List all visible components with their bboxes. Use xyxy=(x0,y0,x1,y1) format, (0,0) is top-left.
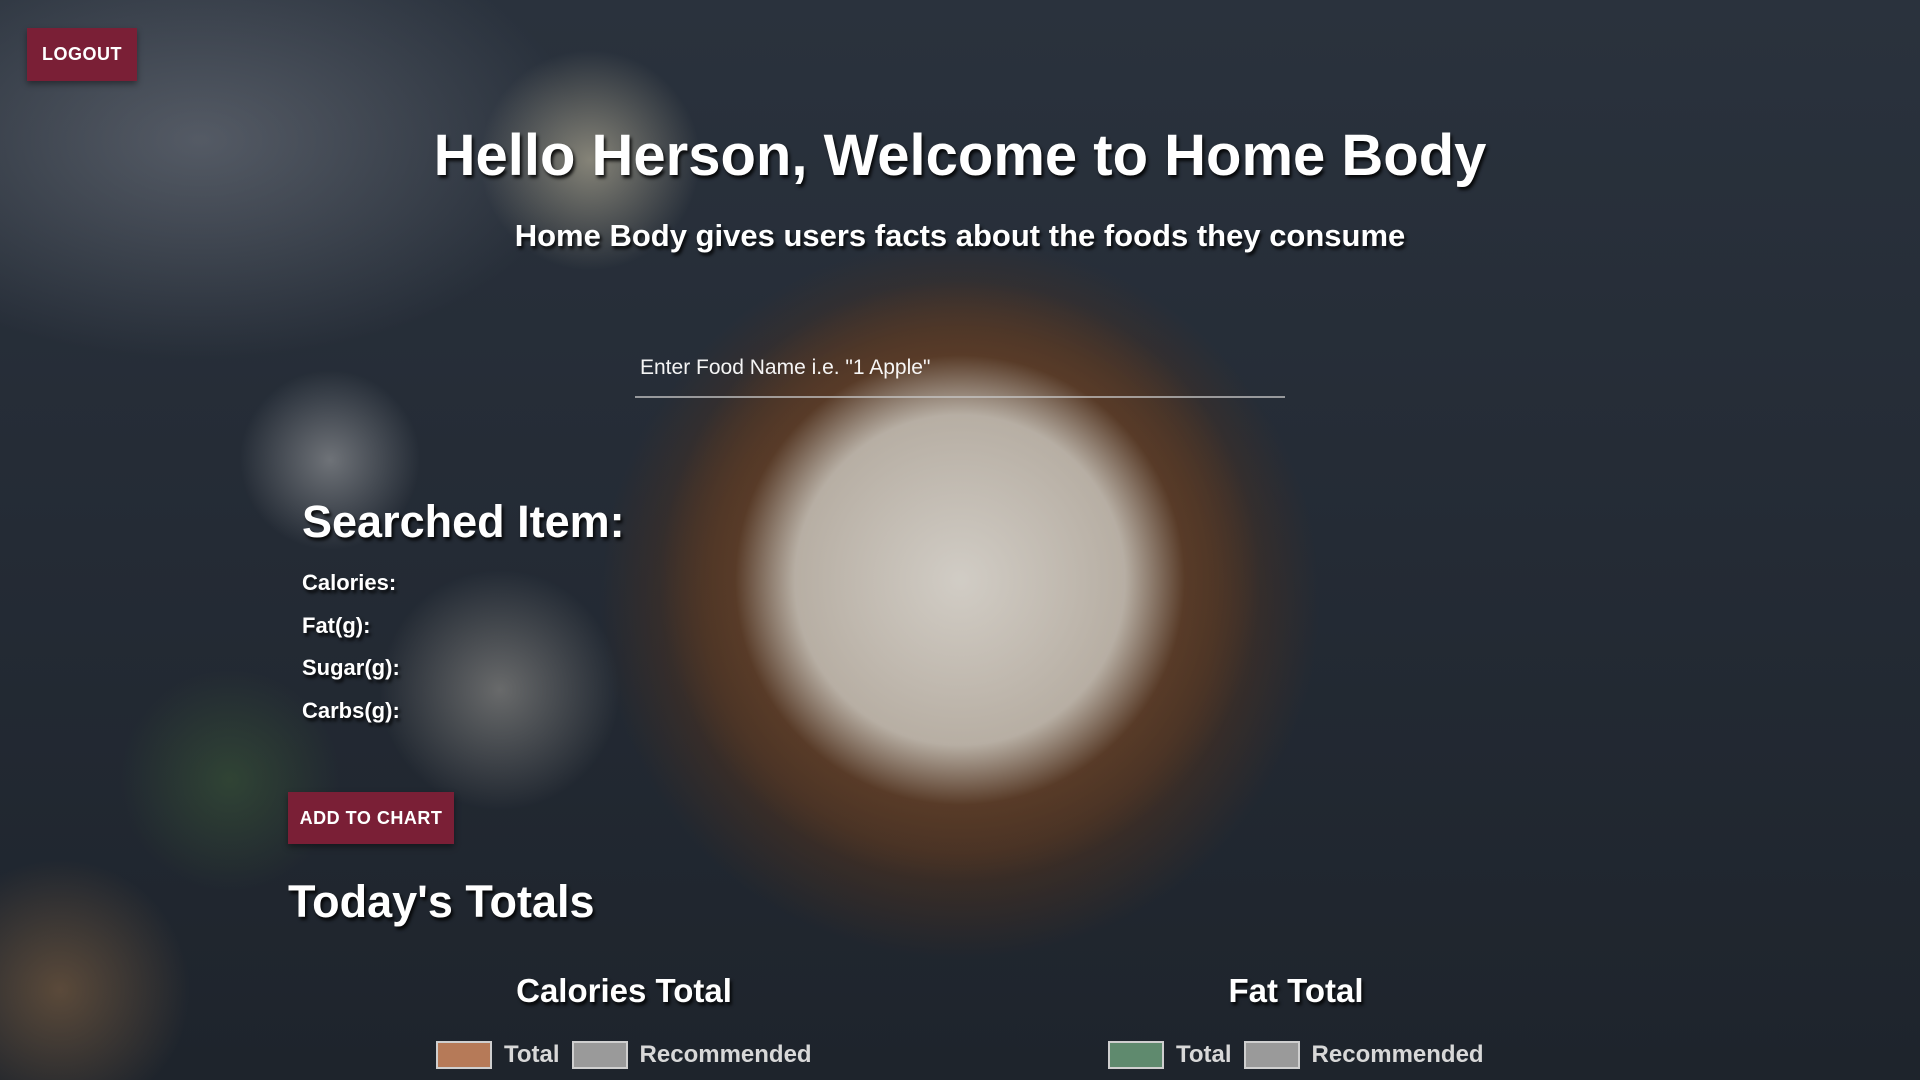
fat-chart-legend: Total Recommended xyxy=(1108,1040,1496,1070)
legend-swatch-recommended[interactable] xyxy=(1243,1041,1300,1069)
calories-chart-title: Calories Total xyxy=(516,972,732,1009)
calories-label: Calories: xyxy=(302,570,397,595)
legend-label-recommended[interactable]: Recommended xyxy=(1312,1041,1484,1069)
food-search-field xyxy=(635,340,1285,398)
logout-button[interactable]: LOGOUT xyxy=(27,28,137,81)
legend-swatch-total[interactable] xyxy=(436,1041,492,1069)
legend-label-recommended[interactable]: Recommended xyxy=(640,1041,812,1069)
searched-item-heading: Searched Item: xyxy=(302,496,625,547)
food-search-input[interactable] xyxy=(635,340,1285,396)
legend-swatch-total[interactable] xyxy=(1108,1041,1164,1069)
fat-chart-title: Fat Total xyxy=(1228,972,1364,1009)
page-title: Hello Herson, Welcome to Home Body xyxy=(433,123,1487,188)
legend-swatch-recommended[interactable] xyxy=(571,1041,628,1069)
todays-totals-heading: Today's Totals xyxy=(288,876,595,927)
fat-label: Fat(g): xyxy=(302,613,371,638)
page-subtitle: Home Body gives users facts about the fo… xyxy=(514,218,1406,253)
carbs-label: Carbs(g): xyxy=(302,698,400,723)
add-to-chart-button[interactable]: ADD TO CHART xyxy=(288,792,454,844)
legend-label-total[interactable]: Total xyxy=(1176,1041,1232,1069)
sugar-label: Sugar(g): xyxy=(302,655,400,680)
calories-chart-legend: Total Recommended xyxy=(436,1040,824,1070)
legend-label-total[interactable]: Total xyxy=(504,1041,560,1069)
